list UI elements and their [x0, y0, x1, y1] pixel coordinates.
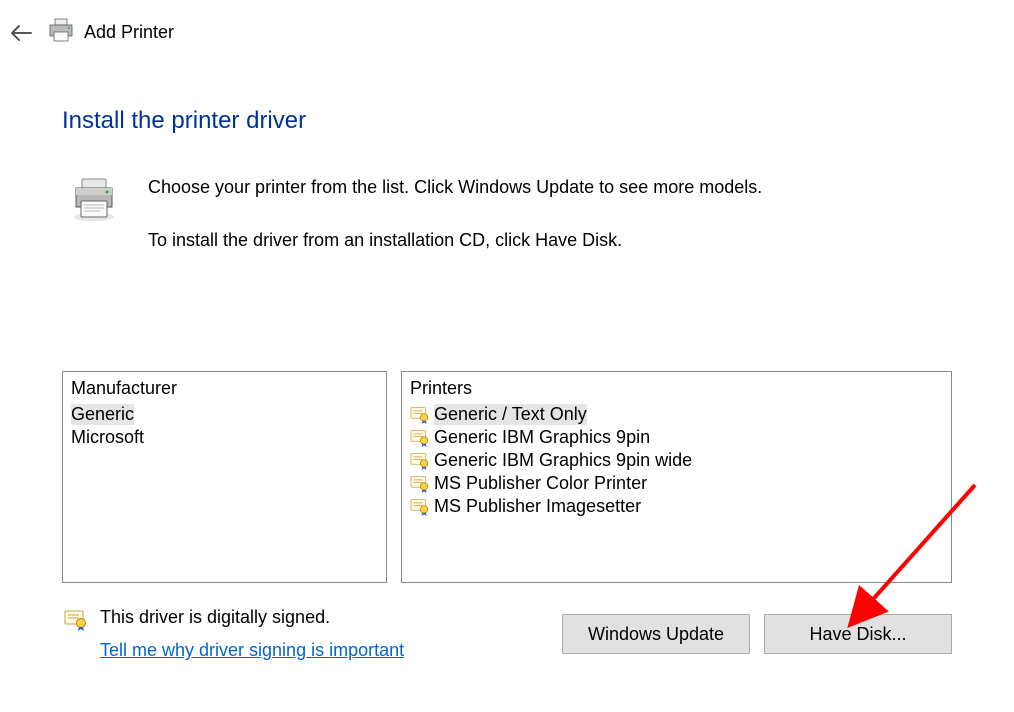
have-disk-button[interactable]: Have Disk... — [764, 614, 952, 654]
manufacturer-listbox[interactable]: Manufacturer GenericMicrosoft — [62, 371, 387, 583]
printers-header: Printers — [402, 372, 951, 403]
printer-item[interactable]: MS Publisher Imagesetter — [402, 495, 951, 518]
driver-signed-text: This driver is digitally signed. — [100, 607, 404, 628]
printer-item[interactable]: Generic IBM Graphics 9pin wide — [402, 449, 951, 472]
manufacturer-header: Manufacturer — [63, 372, 386, 403]
certificate-icon — [410, 475, 430, 493]
instruction-line-1: Choose your printer from the list. Click… — [148, 175, 762, 200]
printer-illustration-icon — [70, 175, 118, 223]
windows-update-button[interactable]: Windows Update — [562, 614, 750, 654]
page-heading: Install the printer driver — [62, 107, 952, 135]
manufacturer-item[interactable]: Microsoft — [63, 426, 386, 449]
certificate-icon — [410, 406, 430, 424]
certificate-icon — [410, 429, 430, 447]
instruction-line-2: To install the driver from an installati… — [148, 228, 762, 253]
driver-signing-link[interactable]: Tell me why driver signing is important — [100, 640, 404, 661]
back-button[interactable] — [10, 21, 34, 45]
wizard-title: Add Printer — [84, 22, 174, 43]
printer-icon — [48, 18, 74, 47]
printer-item[interactable]: MS Publisher Color Printer — [402, 472, 951, 495]
printers-listbox[interactable]: Printers Generic / Text OnlyGeneric IBM … — [401, 371, 952, 583]
certificate-icon — [410, 498, 430, 516]
printer-item[interactable]: Generic / Text Only — [402, 403, 951, 426]
printer-item[interactable]: Generic IBM Graphics 9pin — [402, 426, 951, 449]
certificate-icon — [64, 609, 88, 635]
certificate-icon — [410, 452, 430, 470]
manufacturer-item[interactable]: Generic — [63, 403, 386, 426]
